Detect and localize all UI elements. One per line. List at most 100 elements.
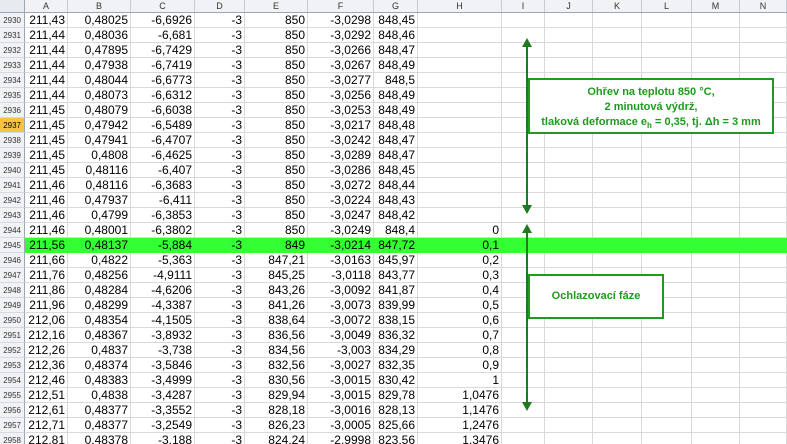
cell-a[interactable]: 211,56 xyxy=(25,238,68,253)
cell-f[interactable]: -3,0049 xyxy=(308,328,374,343)
cell-d[interactable]: -3 xyxy=(195,268,245,283)
row-header[interactable]: 2945 xyxy=(0,238,25,253)
cell-h[interactable] xyxy=(418,103,502,118)
cell-m[interactable] xyxy=(692,268,740,283)
cell-e[interactable]: 824,24 xyxy=(245,433,308,444)
cell-m[interactable] xyxy=(692,58,740,73)
cell-j[interactable] xyxy=(545,358,593,373)
cell-f[interactable]: -3,0005 xyxy=(308,418,374,433)
cell-l[interactable] xyxy=(642,388,692,403)
row-header[interactable]: 2949 xyxy=(0,298,25,313)
cell-e[interactable]: 850 xyxy=(245,13,308,28)
cell-m[interactable] xyxy=(692,298,740,313)
cell-l[interactable] xyxy=(642,178,692,193)
cell-g[interactable]: 834,29 xyxy=(374,343,418,358)
cell-d[interactable]: -3 xyxy=(195,373,245,388)
row-header[interactable]: 2932 xyxy=(0,43,25,58)
cell-h[interactable]: 0,4 xyxy=(418,283,502,298)
cell-n[interactable] xyxy=(740,238,787,253)
cell-a[interactable]: 211,86 xyxy=(25,283,68,298)
cell-n[interactable] xyxy=(740,358,787,373)
cell-i[interactable] xyxy=(502,133,545,148)
cell-g[interactable]: 848,5 xyxy=(374,73,418,88)
cell-d[interactable]: -3 xyxy=(195,433,245,444)
cell-d[interactable]: -3 xyxy=(195,208,245,223)
cell-k[interactable] xyxy=(593,13,642,28)
cell-k[interactable] xyxy=(593,43,642,58)
cell-f[interactable]: -3,0224 xyxy=(308,193,374,208)
cell-d[interactable]: -3 xyxy=(195,418,245,433)
cell-n[interactable] xyxy=(740,13,787,28)
cell-l[interactable] xyxy=(642,253,692,268)
cell-b[interactable]: 0,48001 xyxy=(68,223,131,238)
cell-m[interactable] xyxy=(692,133,740,148)
cell-c[interactable]: -3,3552 xyxy=(131,403,195,418)
cell-f[interactable]: -3,0118 xyxy=(308,268,374,283)
cell-h[interactable]: 0,9 xyxy=(418,358,502,373)
cell-g[interactable]: 828,13 xyxy=(374,403,418,418)
column-header-d[interactable]: D xyxy=(195,0,245,12)
cell-h[interactable] xyxy=(418,148,502,163)
cell-d[interactable]: -3 xyxy=(195,283,245,298)
cell-h[interactable] xyxy=(418,163,502,178)
cell-m[interactable] xyxy=(692,223,740,238)
row-header[interactable]: 2938 xyxy=(0,133,25,148)
cell-m[interactable] xyxy=(692,328,740,343)
cell-b[interactable]: 0,48137 xyxy=(68,238,131,253)
cell-g[interactable]: 829,78 xyxy=(374,388,418,403)
cell-m[interactable] xyxy=(692,208,740,223)
cell-l[interactable] xyxy=(642,193,692,208)
cell-n[interactable] xyxy=(740,298,787,313)
cell-a[interactable]: 211,45 xyxy=(25,163,68,178)
cell-f[interactable]: -3,0242 xyxy=(308,133,374,148)
cell-k[interactable] xyxy=(593,223,642,238)
cell-c[interactable]: -6,3853 xyxy=(131,208,195,223)
cell-k[interactable] xyxy=(593,358,642,373)
cell-a[interactable]: 211,45 xyxy=(25,148,68,163)
cell-l[interactable] xyxy=(642,358,692,373)
cell-h[interactable] xyxy=(418,43,502,58)
cell-k[interactable] xyxy=(593,238,642,253)
cell-m[interactable] xyxy=(692,253,740,268)
cell-k[interactable] xyxy=(593,253,642,268)
row-header[interactable]: 2947 xyxy=(0,268,25,283)
cell-c[interactable]: -6,7419 xyxy=(131,58,195,73)
cell-b[interactable]: 0,4808 xyxy=(68,148,131,163)
cell-b[interactable]: 0,48367 xyxy=(68,328,131,343)
cell-f[interactable]: -3,0016 xyxy=(308,403,374,418)
cell-c[interactable]: -6,6038 xyxy=(131,103,195,118)
cell-d[interactable]: -3 xyxy=(195,118,245,133)
cell-c[interactable]: -6,681 xyxy=(131,28,195,43)
column-header-l[interactable]: L xyxy=(642,0,692,12)
cell-c[interactable]: -3,2549 xyxy=(131,418,195,433)
cell-a[interactable]: 212,51 xyxy=(25,388,68,403)
row-header[interactable]: 2934 xyxy=(0,73,25,88)
row-header[interactable]: 2941 xyxy=(0,178,25,193)
select-all-corner[interactable] xyxy=(0,0,25,12)
cell-j[interactable] xyxy=(545,253,593,268)
cell-c[interactable]: -5,884 xyxy=(131,238,195,253)
cell-b[interactable]: 0,48256 xyxy=(68,268,131,283)
cell-i[interactable] xyxy=(502,358,545,373)
cell-n[interactable] xyxy=(740,253,787,268)
cell-e[interactable]: 826,23 xyxy=(245,418,308,433)
cell-h[interactable]: 0,7 xyxy=(418,328,502,343)
column-header-b[interactable]: B xyxy=(68,0,131,12)
cell-c[interactable]: -6,6312 xyxy=(131,88,195,103)
cell-l[interactable] xyxy=(642,58,692,73)
cell-i[interactable] xyxy=(502,163,545,178)
cell-k[interactable] xyxy=(593,148,642,163)
cell-d[interactable]: -3 xyxy=(195,388,245,403)
cell-h[interactable]: 1,0476 xyxy=(418,388,502,403)
cell-m[interactable] xyxy=(692,238,740,253)
cell-m[interactable] xyxy=(692,193,740,208)
cell-j[interactable] xyxy=(545,133,593,148)
cell-j[interactable] xyxy=(545,373,593,388)
cell-f[interactable]: -3,0163 xyxy=(308,253,374,268)
cell-j[interactable] xyxy=(545,13,593,28)
cell-n[interactable] xyxy=(740,58,787,73)
cell-l[interactable] xyxy=(642,328,692,343)
cell-f[interactable]: -3,0272 xyxy=(308,178,374,193)
cell-a[interactable]: 211,66 xyxy=(25,253,68,268)
cell-g[interactable]: 836,32 xyxy=(374,328,418,343)
